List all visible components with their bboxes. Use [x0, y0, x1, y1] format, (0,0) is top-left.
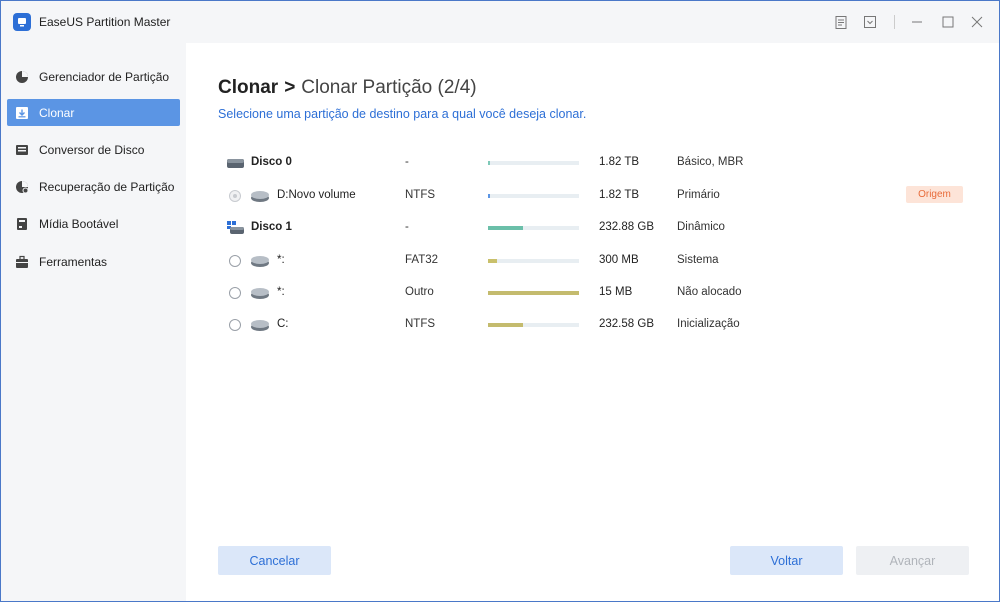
partition-name: *: — [277, 286, 285, 298]
file-system: - — [405, 221, 409, 233]
partition-icon — [251, 256, 269, 267]
sidebar-item-label: Mídia Bootável — [39, 216, 119, 231]
partition-size: 300 MB — [599, 254, 639, 266]
notes-icon[interactable] — [832, 13, 850, 31]
file-system: NTFS — [405, 318, 436, 330]
sidebar-item-label: Recuperação de Partição — [39, 179, 175, 194]
app-window: EaseUS Partition Master Gerenciador de P… — [0, 0, 1000, 602]
partition-row: D:Novo volume NTFS 1.82 TB Primário Orig… — [226, 186, 966, 206]
sidebar: Gerenciador de Partição Clonar Conversor… — [1, 43, 186, 601]
usage-bar-fill — [488, 194, 490, 198]
sidebar-item-conversor[interactable]: Conversor de Disco — [7, 136, 180, 163]
partition-size: 232.58 GB — [599, 318, 654, 330]
disk-row: Disco 1 - 232.88 GB Dinâmico — [226, 218, 966, 238]
partition-radio[interactable] — [229, 255, 241, 267]
partition-name: D:Novo volume — [277, 189, 356, 201]
dynamic-disk-icon — [227, 221, 244, 234]
partition-type: Sistema — [677, 254, 719, 266]
usage-bar — [488, 161, 579, 165]
disk-convert-icon — [14, 142, 30, 158]
partition-size: 15 MB — [599, 286, 633, 298]
cancel-button[interactable]: Cancelar — [218, 546, 331, 575]
page-title: Clonar > Clonar Partição (2/4) — [218, 77, 477, 99]
disk-size: 1.82 TB — [599, 156, 640, 168]
sidebar-item-recuperacao[interactable]: Recuperação de Partição — [7, 173, 180, 200]
usage-bar-fill — [488, 161, 490, 165]
disk-name: Disco 1 — [251, 221, 292, 233]
partition-type: Inicialização — [677, 318, 740, 330]
toolbox-icon — [14, 254, 30, 270]
next-button[interactable]: Avançar — [856, 546, 969, 575]
partition-row[interactable]: *: FAT32 300 MB Sistema — [226, 251, 966, 271]
partition-name: *: — [277, 254, 285, 266]
sidebar-item-label: Ferramentas — [39, 254, 108, 269]
partition-row[interactable]: C: NTFS 232.58 GB Inicialização — [226, 315, 966, 335]
usage-bar-fill — [488, 291, 579, 295]
sidebar-item-label: Conversor de Disco — [39, 142, 145, 157]
sidebar-item-midia[interactable]: Mídia Bootável — [7, 210, 180, 237]
disk-name: Disco 0 — [251, 156, 292, 168]
partition-radio[interactable] — [229, 287, 241, 299]
file-system: NTFS — [405, 189, 436, 201]
partition-radio[interactable] — [229, 190, 241, 202]
usage-bar — [488, 194, 579, 198]
sidebar-item-label: Gerenciador de Partição — [39, 69, 170, 84]
partition-row[interactable]: *: Outro 15 MB Não alocado — [226, 283, 966, 303]
partition-icon — [251, 320, 269, 331]
app-title: EaseUS Partition Master — [39, 15, 171, 29]
sidebar-item-clonar[interactable]: Clonar — [7, 99, 180, 126]
breadcrumb-sub: Clonar Partição (2/4) — [301, 77, 477, 98]
usage-bar-fill — [488, 226, 523, 230]
bootable-media-icon — [14, 216, 30, 232]
close-icon[interactable] — [968, 13, 986, 31]
titlebar-divider — [894, 15, 895, 29]
file-system: FAT32 — [405, 254, 439, 266]
app-logo-icon — [13, 13, 31, 31]
usage-bar-fill — [488, 259, 497, 263]
breadcrumb-main: Clonar — [218, 77, 279, 98]
partition-name: C: — [277, 318, 289, 330]
usage-bar — [488, 226, 579, 230]
partition-icon — [251, 288, 269, 299]
usage-bar — [488, 323, 579, 327]
disk-size: 232.88 GB — [599, 221, 654, 233]
main-panel: Clonar > Clonar Partição (2/4) Selecione u… — [186, 43, 999, 601]
file-system: Outro — [405, 286, 434, 298]
dropdown-icon[interactable] — [861, 13, 879, 31]
title-bar: EaseUS Partition Master — [1, 1, 999, 43]
breadcrumb-separator: > — [284, 77, 296, 98]
page-subtitle: Selecione uma partição de destino para a… — [218, 107, 587, 121]
back-button[interactable]: Voltar — [730, 546, 843, 575]
disk-icon — [227, 159, 244, 168]
usage-bar-fill — [488, 323, 523, 327]
sidebar-item-gerenciador[interactable]: Gerenciador de Partição — [7, 63, 180, 90]
maximize-icon[interactable] — [939, 13, 957, 31]
partition-type: Primário — [677, 189, 720, 201]
file-system: - — [405, 156, 409, 168]
minimize-icon[interactable] — [908, 13, 926, 31]
source-badge: Origem — [906, 186, 963, 203]
partition-size: 1.82 TB — [599, 189, 640, 201]
clone-icon — [14, 105, 30, 121]
sidebar-item-ferramentas[interactable]: Ferramentas — [7, 248, 180, 275]
disk-type: Dinâmico — [677, 221, 725, 233]
pie-chart-icon — [14, 69, 30, 85]
partition-icon — [251, 191, 269, 202]
sidebar-item-label: Clonar — [39, 105, 75, 120]
disk-row: Disco 0 - 1.82 TB Básico, MBR — [226, 153, 966, 173]
partition-type: Não alocado — [677, 286, 742, 298]
usage-bar — [488, 291, 579, 295]
partition-radio[interactable] — [229, 319, 241, 331]
recovery-icon — [14, 179, 30, 195]
disk-type: Básico, MBR — [677, 156, 744, 168]
usage-bar — [488, 259, 579, 263]
